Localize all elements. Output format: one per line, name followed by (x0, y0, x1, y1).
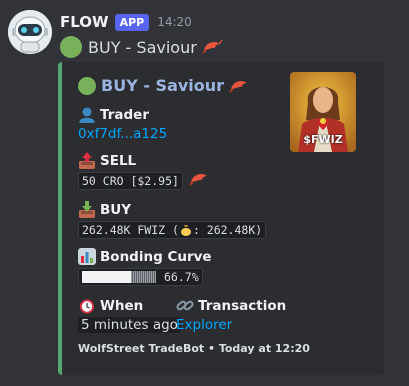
alarm-clock-emoji (80, 299, 94, 314)
tx-explorer-link[interactable]: Explorer (176, 317, 232, 333)
sell-value-text: 50 CRO [$2.95] (82, 174, 179, 188)
green-circle-emoji (78, 76, 96, 95)
tx-label: Transaction (198, 297, 287, 314)
message-content: BUY - Saviour (60, 36, 223, 58)
buy-value-prefix: 262.48K FWIZ ( (82, 223, 179, 237)
thumbnail-label: $FWIZ (303, 133, 343, 146)
bot-avatar[interactable] (8, 10, 52, 54)
embed-title: BUY - Saviour (78, 76, 250, 95)
robot-avatar-icon (8, 10, 52, 54)
bar-chart-emoji (78, 248, 96, 265)
field-curve-name: Bonding Curve (78, 248, 212, 265)
link-emoji (176, 300, 194, 311)
trader-address-link[interactable]: 0xf7df...a125 (78, 126, 167, 142)
username[interactable]: FLOW (60, 13, 109, 31)
field-trader-name: Trader (78, 106, 149, 123)
buy-label: BUY (100, 201, 132, 218)
shrimp-emoji (201, 39, 223, 54)
green-circle-emoji (60, 36, 82, 58)
curve-label: Bonding Curve (100, 248, 212, 265)
embed-title-text: BUY - Saviour (101, 76, 225, 95)
when-label: When (100, 297, 144, 314)
bonding-curve-progress: 66.7% (78, 268, 203, 286)
token-thumbnail[interactable]: $FWIZ (290, 72, 356, 152)
sell-value: 50 CRO [$2.95] (78, 172, 183, 190)
buy-value: 262.48K FWIZ ( : 262.48K) (78, 221, 267, 239)
message-header: FLOW APP 14:20 (60, 12, 192, 32)
shrimp-emoji (229, 80, 248, 93)
progress-bar-fill (82, 271, 131, 283)
bust-silhouette-emoji (79, 107, 95, 123)
inbox-tray-emoji (79, 201, 95, 218)
message-timestamp[interactable]: 14:20 (157, 15, 192, 29)
field-buy-name: BUY (78, 201, 131, 218)
curve-percent: 66.7% (164, 270, 199, 284)
field-sell-name: SELL (78, 152, 136, 169)
sell-label: SELL (100, 152, 137, 169)
message-text: BUY - Saviour (88, 37, 197, 57)
outbox-tray-emoji (79, 152, 95, 169)
when-value[interactable]: 5 minutes ago (78, 317, 181, 333)
field-when-name: When (78, 297, 143, 314)
progress-bar-rest (131, 271, 156, 283)
shrimp-emoji (189, 174, 207, 186)
trader-label: Trader (100, 106, 149, 123)
trade-embed: BUY - Saviour $FWIZ Trader 0xf7df...a125… (58, 62, 384, 375)
buy-value-suffix: : 262.48K) (192, 223, 263, 237)
app-badge: APP (114, 13, 150, 31)
money-bag-emoji (180, 225, 191, 236)
field-tx-name: Transaction (176, 297, 286, 314)
embed-footer: WolfStreet TradeBot • Today at 12:20 (78, 342, 310, 355)
